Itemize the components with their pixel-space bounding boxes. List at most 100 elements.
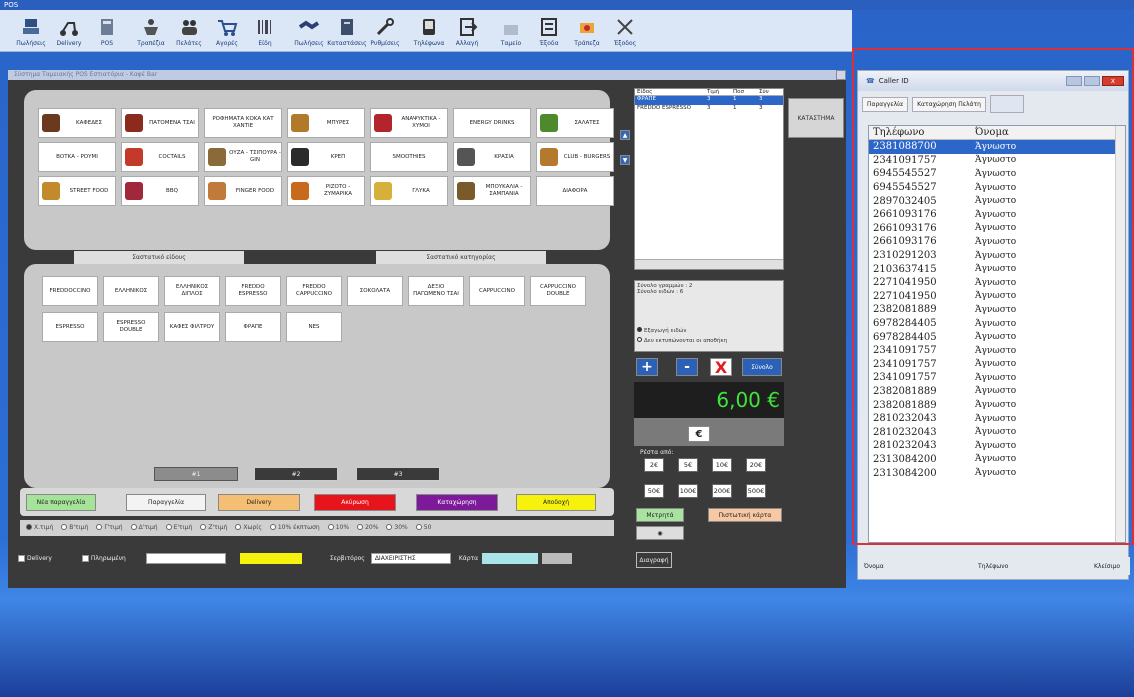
discount-option[interactable]: Χωρίς	[235, 524, 262, 531]
category-button[interactable]: ΚΑΦΕΔΕΣ	[38, 108, 116, 138]
category-button[interactable]: ΚΡΑΣΙΑ	[453, 142, 531, 172]
cash-amount-button[interactable]: 500€	[746, 484, 766, 498]
category-button[interactable]: ΣΑΛΑΤΕΣ	[536, 108, 614, 138]
category-button[interactable]: FINGER FOOD	[204, 176, 282, 206]
category-button[interactable]: CLUB - BURGERS	[536, 142, 614, 172]
delete-item-button[interactable]: X	[710, 358, 732, 377]
order-col-header[interactable]: Ποσ	[731, 89, 757, 95]
toolbar-button-3[interactable]: Τραπέζια	[134, 10, 168, 50]
toolbar-button-14[interactable]: Τράπεζα	[570, 10, 604, 50]
product-button[interactable]: ΣΟΚΟΛΑΤΑ	[347, 276, 403, 306]
cash-amount-button[interactable]: 50€	[644, 484, 664, 498]
order-row[interactable]: FREDDO ESPRESSO 3 1 3	[635, 105, 783, 114]
cash-amount-button[interactable]: 2€	[644, 458, 664, 472]
category-button[interactable]: BBQ	[121, 176, 199, 206]
product-button[interactable]: FREDDO CAPPUCCINO	[286, 276, 342, 306]
product-button[interactable]: ESPRESSO	[42, 312, 98, 342]
category-button[interactable]: ΡΙΖΟΤΟ - ΖΥΜΑΡΙΚΑ	[287, 176, 365, 206]
toolbar-button-6[interactable]: Είδη	[248, 10, 282, 50]
discount-option[interactable]: 10%	[327, 524, 349, 531]
category-button[interactable]: ΒΟΤΚΑ - ΡΟΥΜΙ	[38, 142, 116, 172]
category-button[interactable]: ΡΟΦΗΜΑΤΑ ΚΟΚΑ ΚΑΤ ΧΑΝΤΙΕ	[204, 108, 282, 138]
delivery-checkbox[interactable]	[18, 554, 25, 562]
toolbar-button-8[interactable]: Καταστάσεις	[327, 10, 367, 50]
category-button[interactable]: ΓΛΥΚΑ	[370, 176, 448, 206]
cash-amount-button[interactable]: 100€	[678, 484, 698, 498]
product-button[interactable]: ΕΛΛΗΝΙΚΟΣ ΔΙΠΛΟΣ	[164, 276, 220, 306]
product-button[interactable]: ΕΛΛΗΝΙΚΟΣ	[103, 276, 159, 306]
toolbar-button-13[interactable]: Έξοδα	[532, 10, 566, 50]
total-button[interactable]: Σύνολο	[742, 358, 782, 376]
order-col-header[interactable]: Τιμή	[705, 89, 731, 95]
product-button[interactable]: FREDDOCCINO	[42, 276, 98, 306]
toolbar-button-5[interactable]: Αγορές	[210, 10, 244, 50]
discount-option[interactable]: 50	[415, 524, 431, 531]
ok-button[interactable]	[542, 552, 573, 564]
category-button[interactable]: ΜΠΟΥΚΑΛΙΑ - ΣΑΜΠΑΝΙΑ	[453, 176, 531, 206]
toolbar-button-4[interactable]: Πελάτες	[172, 10, 206, 50]
product-button[interactable]: CAPPUCCINO	[469, 276, 525, 306]
page-2-button[interactable]: #2	[254, 467, 338, 481]
product-button[interactable]: ΚΑΦΕΣ ΦΙΛΤΡΟΥ	[164, 312, 220, 342]
toolbar-button-10[interactable]: Τηλέφωνα	[412, 10, 446, 50]
discount-option[interactable]: 20%	[357, 524, 378, 531]
product-button[interactable]: FREDDO ESPRESSO	[225, 276, 281, 306]
remove-qty-button[interactable]: -	[676, 358, 698, 376]
paid-checkbox[interactable]	[81, 554, 89, 562]
category-button[interactable]: SMOOTHIES	[370, 142, 448, 172]
table-input[interactable]	[482, 552, 539, 564]
card-button[interactable]: Πιστωτική κάρτα	[708, 508, 782, 522]
cash-amount-button[interactable]: 10€	[712, 458, 732, 472]
discount-option[interactable]: Ε'τιμή	[165, 524, 192, 531]
toolbar-button-12[interactable]: Ταμείο	[494, 10, 528, 50]
cash-amount-button[interactable]: 20€	[746, 458, 766, 472]
product-button[interactable]: ΦΡΑΠΕ	[225, 312, 281, 342]
category-button[interactable]: ΚΡΕΠ	[287, 142, 365, 172]
product-button[interactable]: CAPPUCCINO DOUBLE	[530, 276, 586, 306]
export-radio[interactable]: Εξαγωγή ειδών	[637, 327, 686, 334]
order-col-header[interactable]: Είδος	[635, 89, 705, 95]
discount-option[interactable]: Γ'τιμή	[96, 524, 123, 531]
category-button[interactable]: ENERGY DRINKS	[453, 108, 531, 138]
page-3-button[interactable]: #3	[356, 467, 440, 481]
page-1-button[interactable]: #1	[154, 467, 238, 481]
cash-amount-button[interactable]: 5€	[678, 458, 698, 472]
move-up-button[interactable]: ▲	[620, 130, 630, 140]
save-button[interactable]: Καταχώρηση	[416, 494, 498, 511]
order-list[interactable]: Είδος Τιμή Ποσ Σύν ΦΡΑΠΕ 3 1 3 FREDDO ESPRESSO 3…	[634, 88, 784, 270]
discount-option[interactable]: Β'τιμή	[61, 524, 88, 531]
cash-button[interactable]: Μετρητά	[636, 508, 684, 522]
product-button[interactable]: ESPRESSO DOUBLE	[103, 312, 159, 342]
toolbar-button-15[interactable]: Έξοδος	[608, 10, 642, 50]
date-input[interactable]	[145, 552, 226, 564]
cash-amount-button[interactable]: 200€	[712, 484, 732, 498]
disc-button[interactable]: ◉	[636, 526, 684, 540]
category-button[interactable]: ΜΠΥΡΕΣ	[287, 108, 365, 138]
delivery-button[interactable]: Delivery	[218, 494, 300, 511]
footer-close-button[interactable]: Κλείσιμο	[1058, 563, 1120, 570]
toolbar-button-1[interactable]: Delivery	[52, 10, 86, 50]
add-qty-button[interactable]: +	[636, 358, 658, 376]
discount-option[interactable]: 10% έκπτωση	[269, 524, 320, 531]
move-down-button[interactable]: ▼	[620, 155, 630, 165]
discount-option[interactable]: Χ.τιμή	[26, 524, 53, 531]
discount-option[interactable]: 30%	[386, 524, 408, 531]
accept-button[interactable]: Αποδοχή	[516, 494, 596, 511]
category-button[interactable]: ΑΝΑΨΥΚΤΙΚΑ - ΧΥΜΟΙ	[370, 108, 448, 138]
order-button[interactable]: Παραγγελία	[126, 494, 206, 511]
discount-option[interactable]: Δ'τιμή	[130, 524, 158, 531]
category-button[interactable]: STREET FOOD	[38, 176, 116, 206]
category-button[interactable]: ΠΑΤΟΜΕΝΑ ΤΣΑΙ	[121, 108, 199, 138]
category-button[interactable]: COCTAILS	[121, 142, 199, 172]
store-button[interactable]: ΚΑΤΑΣΤΗΜΑ	[788, 98, 844, 138]
noprint-radio[interactable]: Δεν εκτυπώνονται οι αποθήκη	[637, 337, 727, 344]
order-row[interactable]: ΦΡΑΠΕ 3 1 3	[635, 96, 783, 105]
order-list-scrollbar[interactable]	[635, 259, 783, 269]
toolbar-button-7[interactable]: Πωλήσεις	[292, 10, 326, 50]
waiter-select[interactable]: ΔΙΑΧΕΙΡΙΣΤΗΣ	[370, 552, 451, 564]
product-button[interactable]: NES	[286, 312, 342, 342]
currency-button[interactable]: €	[688, 426, 710, 442]
toolbar-button-11[interactable]: Αλλαγή	[450, 10, 484, 50]
discount-option[interactable]: Ζ'τιμή	[200, 524, 227, 531]
delete-button[interactable]: Διαγραφή	[636, 552, 672, 568]
